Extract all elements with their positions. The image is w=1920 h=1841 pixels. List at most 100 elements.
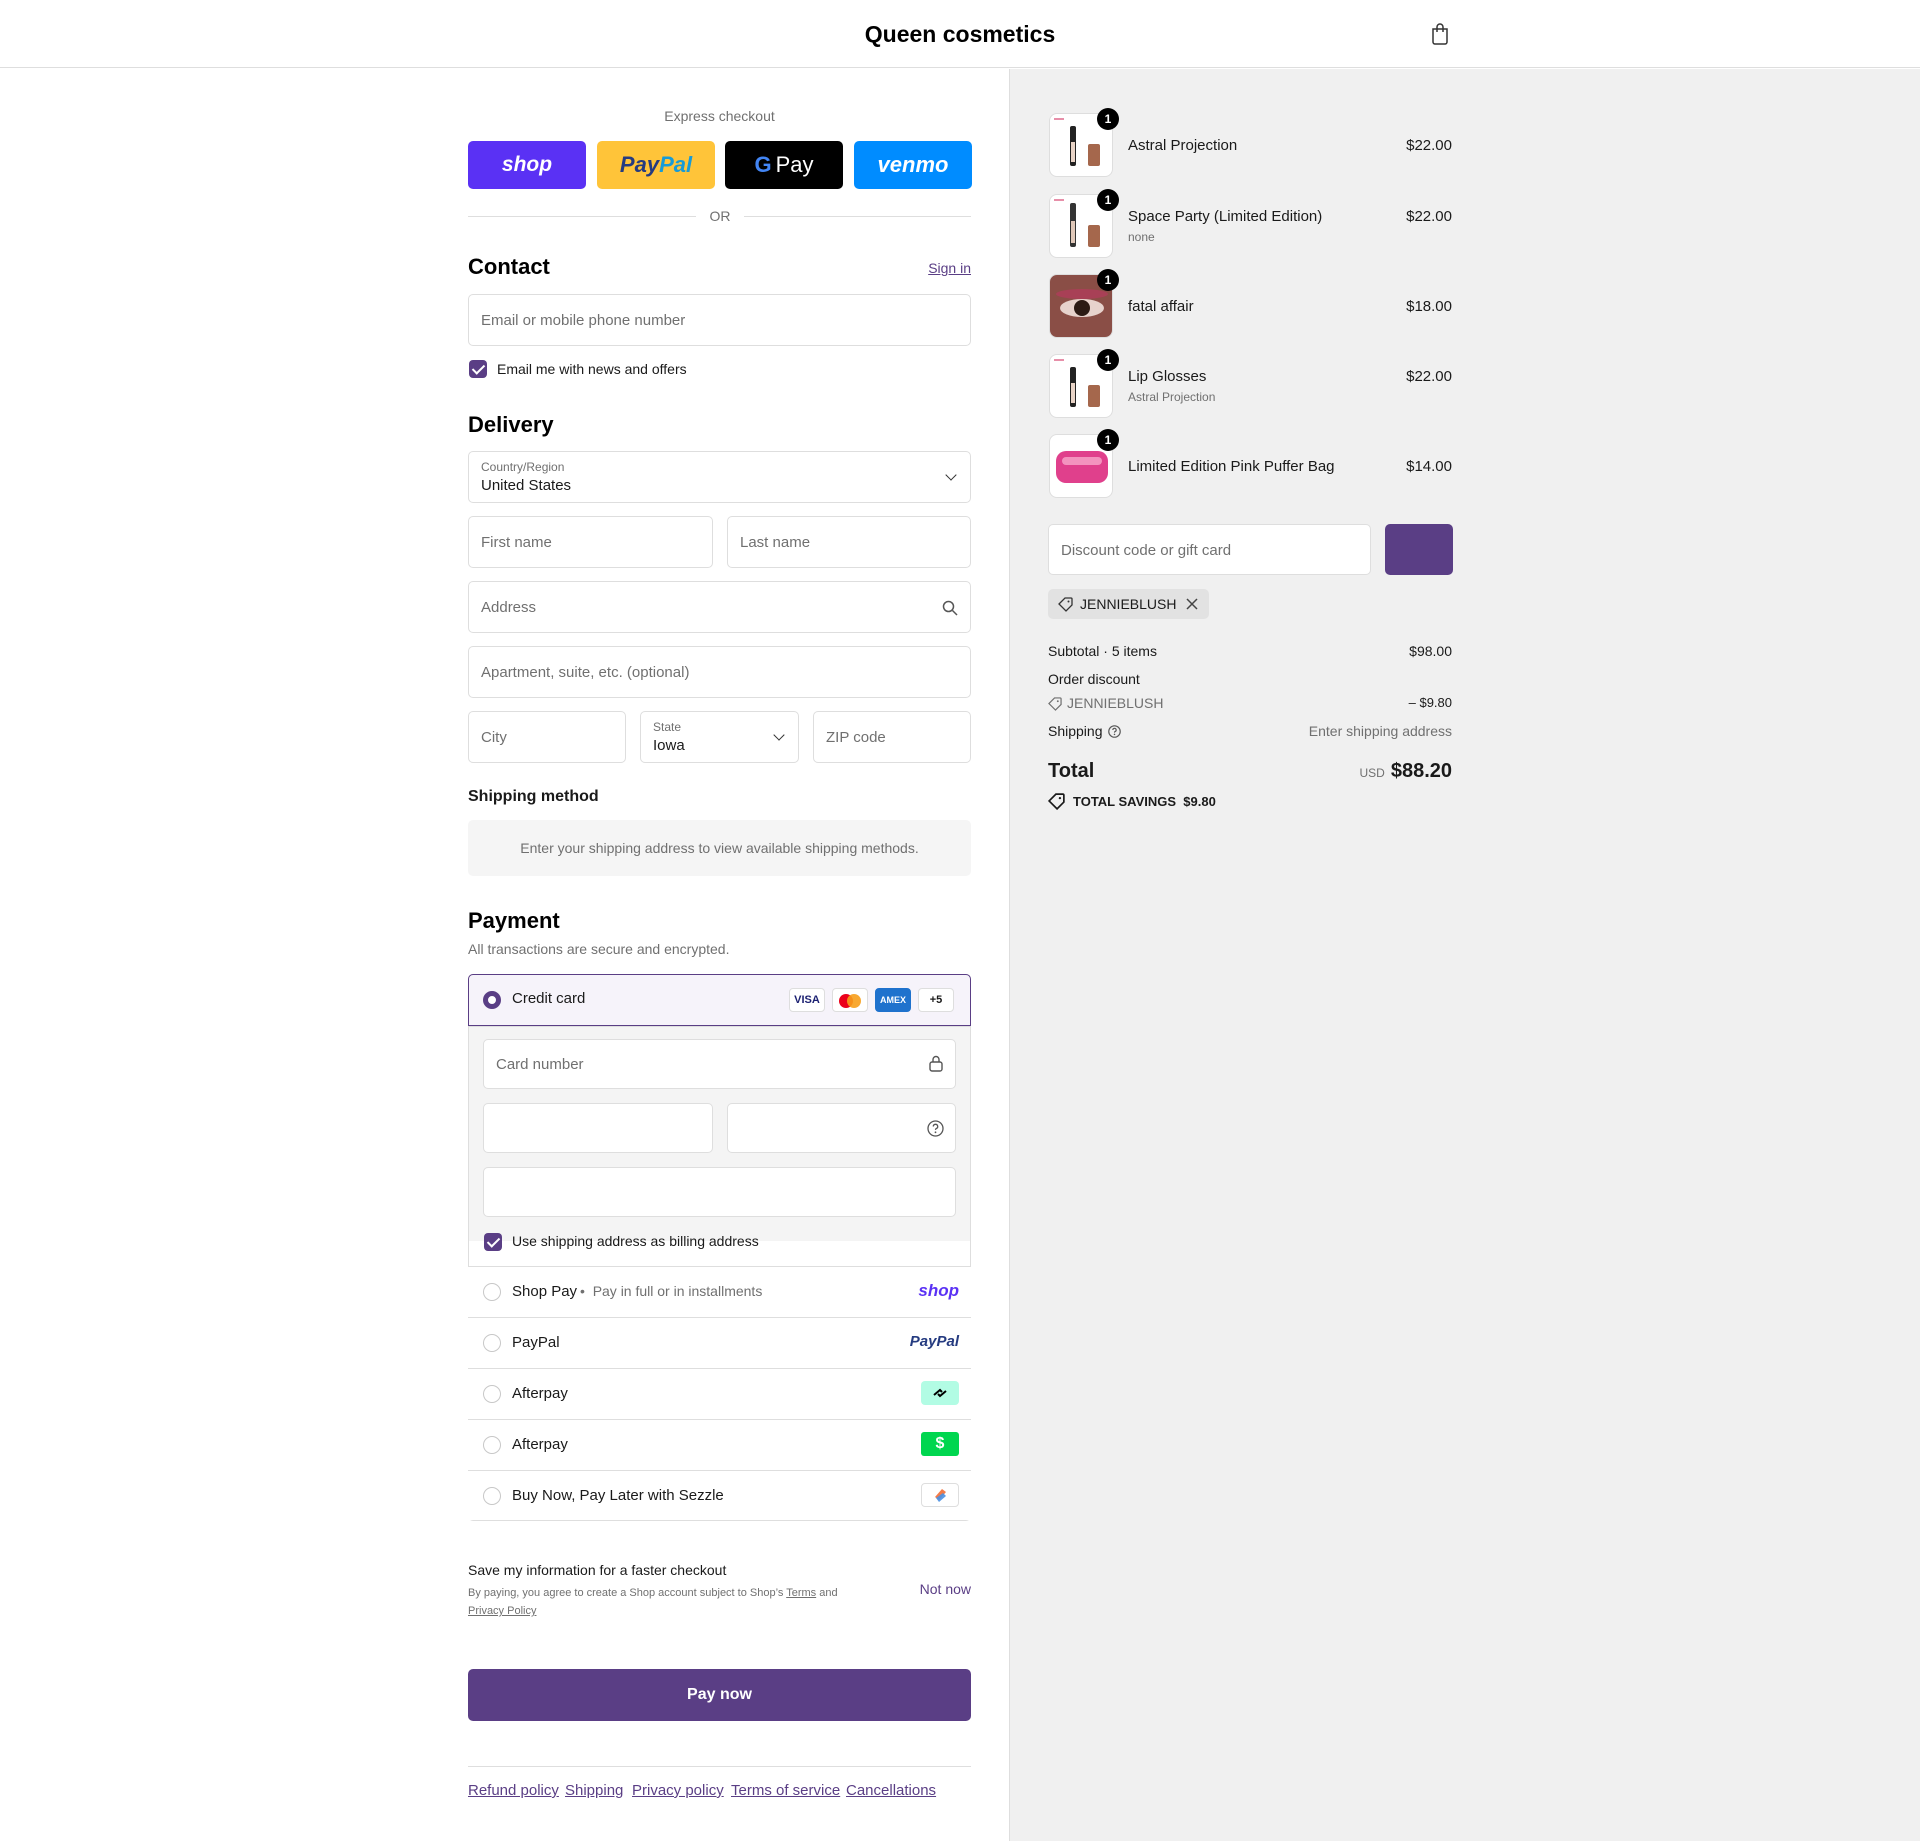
footer-divider [468, 1766, 971, 1767]
country-select[interactable]: Country/Region United States [468, 451, 971, 503]
cash-app-afterpay-radio[interactable] [483, 1436, 501, 1454]
shopping-bag-icon[interactable] [1430, 23, 1450, 45]
privacy-policy-footer-link[interactable]: Privacy policy [632, 1782, 724, 1799]
visa-icon: VISA [789, 988, 825, 1012]
state-select[interactable]: State Iowa [640, 711, 799, 763]
total-label: Total [1048, 760, 1095, 782]
afterpay-radio[interactable] [483, 1385, 501, 1403]
shop-pay-radio[interactable] [483, 1283, 501, 1301]
save-info-title: Save my information for a faster checkou… [468, 1562, 727, 1578]
address-field[interactable]: Address [468, 581, 971, 633]
order-summary-panel [1010, 69, 1920, 1841]
last-name-field[interactable]: Last name [727, 516, 971, 568]
discount-amount: – $9.80 [1408, 695, 1452, 710]
cancellations-link[interactable]: Cancellations [846, 1782, 936, 1799]
close-icon[interactable] [1186, 598, 1198, 610]
google-g-icon: G [754, 152, 772, 177]
savings-label: TOTAL SAVINGS [1073, 794, 1177, 809]
tag-icon [1048, 697, 1062, 711]
shipping-method-heading: Shipping method [468, 788, 599, 805]
discount-placeholder: Discount code or gift card [1061, 542, 1232, 559]
or-divider: OR [709, 208, 731, 224]
news-checkbox-label: Email me with news and offers [497, 361, 687, 377]
currency-code: USD [1359, 766, 1385, 780]
amex-icon: AMEX [875, 988, 911, 1012]
card-number-field[interactable]: Card number [483, 1039, 956, 1089]
divider-right [744, 216, 971, 217]
total-value: $88.20 [1390, 760, 1452, 782]
quantity-badge: 1 [1097, 108, 1119, 130]
quantity-badge: 1 [1097, 189, 1119, 211]
first-name-field[interactable]: First name [468, 516, 713, 568]
header: Queen cosmetics [0, 0, 1920, 68]
paypal-logo-small: PayPal [909, 1333, 959, 1350]
delivery-heading: Delivery [468, 412, 554, 437]
not-now-button[interactable]: Not now [920, 1581, 971, 1597]
sezzle-radio[interactable] [483, 1487, 501, 1505]
lock-icon [929, 1055, 943, 1072]
email-field[interactable]: Email or mobile phone number [468, 294, 971, 346]
news-checkbox[interactable] [469, 360, 487, 378]
credit-card-radio[interactable] [483, 991, 501, 1009]
product-name: Astral Projection [1128, 137, 1238, 154]
quantity-badge: 1 [1097, 429, 1119, 451]
gpay-label: Pay [775, 152, 814, 177]
divider-left [468, 216, 696, 217]
apartment-field[interactable]: Apartment, suite, etc. (optional) [468, 646, 971, 698]
save-info-terms: By paying, you agree to create a Shop ac… [468, 1584, 888, 1620]
order-discount-label: Order discount [1048, 671, 1140, 687]
paypal-option[interactable]: PayPal PayPal [468, 1317, 971, 1368]
paypal-button[interactable]: Pay Pal [597, 141, 715, 189]
name-on-card-field[interactable] [483, 1167, 956, 1217]
terms-of-service-link[interactable]: Terms of service [731, 1782, 840, 1799]
chevron-down-icon [773, 729, 785, 741]
terms-link[interactable]: Terms [786, 1587, 816, 1599]
sezzle-label: Buy Now, Pay Later with Sezzle [512, 1487, 724, 1504]
cash-app-afterpay-option[interactable]: Afterpay $ [468, 1419, 971, 1470]
address-placeholder: Address [481, 599, 537, 616]
expiration-field[interactable] [483, 1103, 713, 1153]
shop-pay-option[interactable]: Shop Pay • Pay in full or in installment… [468, 1266, 971, 1317]
cash-app-icon: $ [921, 1432, 959, 1456]
store-name[interactable]: Queen cosmetics [0, 21, 1920, 48]
city-field[interactable]: City [468, 711, 626, 763]
product-price: $22.00 [1406, 137, 1452, 154]
privacy-policy-link[interactable]: Privacy Policy [468, 1605, 536, 1617]
product-variant: none [1128, 230, 1155, 244]
shipping-label: Shipping [1048, 723, 1103, 739]
shipping-link[interactable]: Shipping [565, 1782, 623, 1799]
shop-pay-label: Shop Pay [512, 1283, 578, 1300]
help-circle-icon[interactable] [927, 1120, 944, 1137]
pay-now-button[interactable]: Pay now [468, 1669, 971, 1721]
billing-checkbox[interactable] [484, 1233, 502, 1251]
discount-code-field[interactable]: Discount code or gift card [1048, 524, 1371, 575]
afterpay-option[interactable]: Afterpay [468, 1368, 971, 1419]
security-code-field[interactable] [727, 1103, 956, 1153]
refund-policy-link[interactable]: Refund policy [468, 1782, 559, 1799]
chevron-down-icon [945, 469, 957, 481]
quantity-badge: 1 [1097, 269, 1119, 291]
total-savings: TOTAL SAVINGS $9.80 [1073, 794, 1216, 809]
zip-field[interactable]: ZIP code [813, 711, 971, 763]
subtotal-value: $98.00 [1409, 643, 1452, 659]
email-placeholder: Email or mobile phone number [481, 312, 686, 329]
product-name: fatal affair [1128, 298, 1194, 315]
shop-pay-button[interactable]: shop [468, 141, 586, 189]
product-name: Space Party (Limited Edition) [1128, 208, 1323, 225]
product-variant: Astral Projection [1128, 390, 1216, 404]
venmo-button[interactable]: venmo [854, 141, 972, 189]
applied-discount-tag: JENNIEBLUSH [1048, 589, 1209, 619]
paypal-radio[interactable] [483, 1334, 501, 1352]
discount-code-label: JENNIEBLUSH [1067, 695, 1164, 711]
terms-prefix: By paying, you agree to create a Shop ac… [468, 1587, 784, 1599]
google-pay-button[interactable]: G Pay [725, 141, 843, 189]
sezzle-option[interactable]: Buy Now, Pay Later with Sezzle [468, 1470, 971, 1520]
product-price: $18.00 [1406, 298, 1452, 315]
city-placeholder: City [481, 729, 507, 746]
help-circle-icon[interactable] [1108, 725, 1121, 738]
product-name: Limited Edition Pink Puffer Bag [1128, 458, 1335, 475]
paypal-logo-pay: Pay [619, 152, 660, 177]
apply-discount-button[interactable] [1385, 524, 1453, 575]
quantity-badge: 1 [1097, 349, 1119, 371]
sign-in-link[interactable]: Sign in [928, 260, 971, 276]
